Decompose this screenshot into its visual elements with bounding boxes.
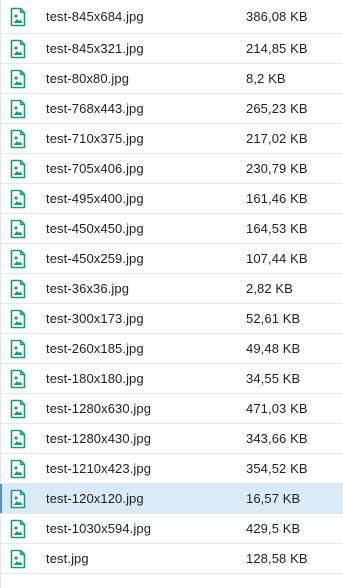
image-file-icon <box>10 489 26 509</box>
image-file-icon <box>10 519 26 539</box>
file-row[interactable]: test-450x450.jpg 164,53 KB <box>1 214 343 244</box>
file-row[interactable]: test-36x36.jpg 2,82 KB <box>1 274 343 304</box>
file-size: 2,82 KB <box>246 281 293 296</box>
image-file-icon <box>10 99 26 119</box>
image-file-icon <box>10 7 26 27</box>
file-row[interactable]: test-845x321.jpg 214,85 KB <box>1 34 343 64</box>
file-name: test-1280x630.jpg <box>46 401 152 416</box>
file-row[interactable]: test-1280x630.jpg 471,03 KB <box>1 394 343 424</box>
file-size: 164,53 KB <box>246 221 308 236</box>
image-file-icon <box>10 339 26 359</box>
file-row-selected[interactable]: test-120x120.jpg 16,57 KB <box>0 484 343 514</box>
file-row[interactable]: test-80x80.jpg 8,2 KB <box>1 64 343 94</box>
file-name: test.jpg <box>46 551 89 566</box>
file-name: test-80x80.jpg <box>46 71 130 86</box>
file-size: 8,2 KB <box>246 71 286 86</box>
file-row[interactable]: test-1030x594.jpg 429,5 KB <box>1 514 343 544</box>
file-size: 161,46 KB <box>246 191 308 206</box>
image-file-icon <box>10 399 26 419</box>
file-name: test-300x173.jpg <box>46 311 144 326</box>
file-row[interactable]: test-1280x430.jpg 343,66 KB <box>1 424 343 454</box>
file-size: 49,48 KB <box>246 341 301 356</box>
file-row[interactable]: test-495x400.jpg 161,46 KB <box>1 184 343 214</box>
file-name: test-845x684.jpg <box>46 9 144 24</box>
file-name: test-1280x430.jpg <box>46 431 152 446</box>
file-name: test-260x185.jpg <box>46 341 144 356</box>
file-name: test-1210x423.jpg <box>46 461 152 476</box>
file-row[interactable]: test-180x180.jpg 34,55 KB <box>1 364 343 394</box>
file-row[interactable]: test-260x185.jpg 49,48 KB <box>1 334 343 364</box>
file-row[interactable]: test.jpg 128,58 KB <box>1 544 343 574</box>
image-file-icon <box>10 429 26 449</box>
file-row[interactable]: test-710x375.jpg 217,02 KB <box>1 124 343 154</box>
file-size: 230,79 KB <box>246 161 308 176</box>
file-row[interactable]: test-1210x423.jpg 354,52 KB <box>1 454 343 484</box>
file-size: 217,02 KB <box>246 131 308 146</box>
file-size: 16,57 KB <box>246 491 301 506</box>
file-row[interactable]: test-768x443.jpg 265,23 KB <box>1 94 343 124</box>
file-size: 386,08 KB <box>246 9 308 24</box>
file-name: test-120x120.jpg <box>46 491 144 506</box>
image-file-icon <box>10 39 26 59</box>
file-name: test-450x450.jpg <box>46 221 144 236</box>
file-name: test-768x443.jpg <box>46 101 144 116</box>
file-name: test-1030x594.jpg <box>46 521 152 536</box>
file-size: 265,23 KB <box>246 101 308 116</box>
file-name: test-495x400.jpg <box>46 191 144 206</box>
image-file-icon <box>10 459 26 479</box>
file-size: 107,44 KB <box>246 251 308 266</box>
image-file-icon <box>10 279 26 299</box>
file-list: test-845x684.jpg 386,08 KB test-845x321.… <box>0 0 343 588</box>
file-size: 354,52 KB <box>246 461 308 476</box>
file-size: 471,03 KB <box>246 401 308 416</box>
file-size: 343,66 KB <box>246 431 308 446</box>
file-size: 429,5 KB <box>246 521 301 536</box>
file-row[interactable]: test-300x173.jpg 52,61 KB <box>1 304 343 334</box>
file-row[interactable]: test-845x684.jpg 386,08 KB <box>1 0 343 34</box>
file-size: 214,85 KB <box>246 41 308 56</box>
image-file-icon <box>10 129 26 149</box>
file-name: test-180x180.jpg <box>46 371 144 386</box>
file-row[interactable]: test-705x406.jpg 230,79 KB <box>1 154 343 184</box>
file-name: test-450x259.jpg <box>46 251 144 266</box>
file-name: test-705x406.jpg <box>46 161 144 176</box>
image-file-icon <box>10 549 26 569</box>
file-row[interactable]: test-450x259.jpg 107,44 KB <box>1 244 343 274</box>
file-name: test-845x321.jpg <box>46 41 144 56</box>
image-file-icon <box>10 249 26 269</box>
image-file-icon <box>10 369 26 389</box>
file-size: 34,55 KB <box>246 371 301 386</box>
file-name: test-36x36.jpg <box>46 281 130 296</box>
image-file-icon <box>10 69 26 89</box>
image-file-icon <box>10 159 26 179</box>
image-file-icon <box>10 189 26 209</box>
image-file-icon <box>10 219 26 239</box>
image-file-icon <box>10 309 26 329</box>
file-name: test-710x375.jpg <box>46 131 144 146</box>
file-size: 128,58 KB <box>246 551 308 566</box>
file-size: 52,61 KB <box>246 311 301 326</box>
